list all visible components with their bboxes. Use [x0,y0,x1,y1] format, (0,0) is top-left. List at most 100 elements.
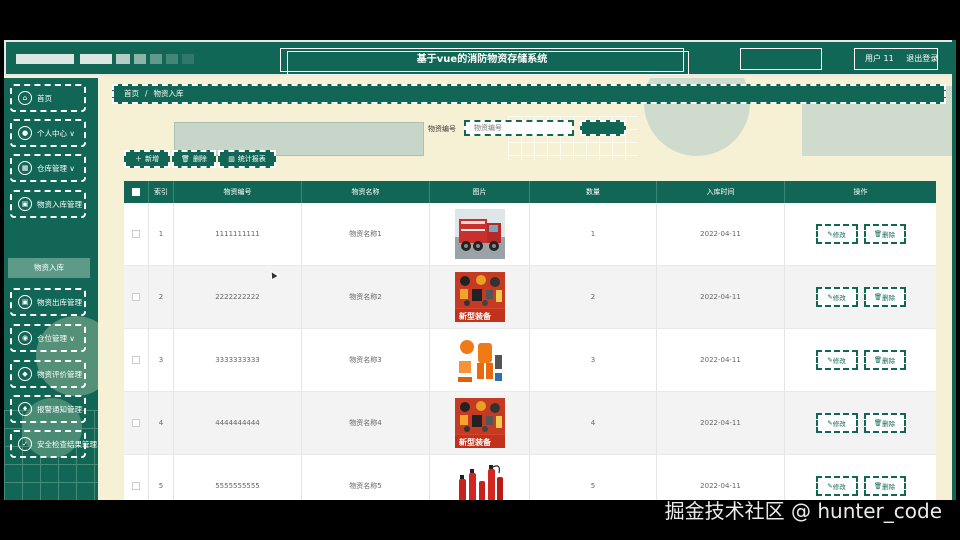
trash-icon: 🗑 [873,356,883,364]
edit-button[interactable]: ✎ 修改 [815,224,858,244]
delete-button[interactable]: 🗑 删除 [863,350,906,370]
delete-button-label: 删除 [882,231,896,239]
column-header: 操作 [853,188,868,196]
sidebar-subitem-inbound[interactable]: 物资入库 [8,258,90,278]
add-button[interactable]: ＋新增 [124,150,170,168]
breadcrumb-separator: / [145,89,148,98]
column-header: 物资编号 [174,181,302,203]
delete-button[interactable]: 🗑 删除 [863,476,906,496]
sidebar-item-evaluation[interactable]: ◆ 物资评价管理 [10,360,86,388]
name-cell: 物资名称5 [302,455,430,500]
header-decor-block [182,54,194,64]
delete-button-label: 删除 [882,483,896,491]
main-content: 首页/物资入库 物资编号 ＋新增 🗑删除 ▥统计报表 索引 物资编号 物资名称 [102,78,956,500]
select-all-checkbox[interactable] [132,188,140,196]
sidebar-item-location[interactable]: ◉ 仓位管理 ∨ [10,324,86,352]
column-header: 物资名称 [302,181,430,203]
username-label: 用户 11 [865,54,894,63]
screen: 基于vue的消防物资存储系统 用户 11 退出登录 ⌂ 首页 ● 个人中心 ∨ … [0,0,960,540]
index-cell: 1 [149,203,174,265]
delete-button-label: 删除 [882,420,896,428]
row-checkbox[interactable] [132,293,140,301]
watermark: 掘金技术社区 @ hunter_code [664,499,942,523]
search-input[interactable] [464,120,574,136]
table-row: 3 3333333333 物资名称3 3 2022-04-11 ✎ 修改 🗑 删除 [124,329,936,392]
actions-cell: ✎ 修改 🗑 删除 [785,392,936,454]
row-checkbox[interactable] [132,356,140,364]
data-table: 索引 物资编号 物资名称 图片 数量 入库时间 操作 1 1111111111 物资… [124,181,936,500]
trash-icon: 🗑 [873,482,883,490]
sidebar-item-label: 首页 [37,93,52,103]
product-thumbnail[interactable]: 新型装备 [454,272,505,322]
breadcrumb-home[interactable]: 首页 [124,89,139,98]
shield-icon: ◆ [18,367,32,381]
delete-button-label: 删除 [882,357,896,365]
thumbnail-caption: 新型装备 [459,311,492,321]
thumbnail-caption: 新型装备 [459,437,492,447]
product-thumbnail[interactable] [454,461,505,500]
column-header: 入库时间 [657,181,785,203]
sidebar-item-home[interactable]: ⌂ 首页 [10,84,86,112]
name-cell: 物资名称2 [302,266,430,328]
row-checkbox[interactable] [132,482,140,490]
logout-link[interactable]: 退出登录 [906,54,938,63]
sidebar-item-label: 仓位管理 ∨ [37,333,75,343]
trash-icon: 🗑 [873,230,883,238]
edit-button[interactable]: ✎ 修改 [815,476,858,496]
sidebar-item-inbound[interactable]: ▣ 物资入库管理 [10,190,86,218]
report-button-label: 统计报表 [237,155,266,163]
row-checkbox[interactable] [132,419,140,427]
column-header: 数量 [530,181,657,203]
sidebar-item-alarm[interactable]: ♦ 报警通知管理 [10,395,86,423]
trash-icon: 🗑 [873,293,883,301]
user-icon: ● [18,126,32,140]
delete-button[interactable]: 🗑 删除 [863,224,906,244]
trash-icon: 🗑 [873,419,883,427]
search-button[interactable] [580,120,626,136]
plus-icon: ＋ [135,155,142,163]
sidebar-item-profile[interactable]: ● 个人中心 ∨ [10,119,86,147]
check-icon: ✓ [18,437,32,451]
header-decor-block [80,54,112,64]
edit-button[interactable]: ✎ 修改 [815,350,858,370]
code-cell: 3333333333 [174,329,302,391]
search-label: 物资编号 [428,125,456,133]
sidebar-item-outbound[interactable]: ▣ 物资出库管理 [10,288,86,316]
date-cell: 2022-04-11 [657,203,785,265]
edit-button-label: 修改 [832,294,846,302]
table-row: 4 4444444444 物资名称4 新型装备 4 2022-04-11 ✎ 修改 🗑 删除 [124,392,936,455]
code-cell: 5555555555 [174,455,302,500]
breadcrumb-current: 物资入库 [153,89,184,98]
actions-cell: ✎ 修改 🗑 删除 [785,203,936,265]
delete-button[interactable]: 🗑 删除 [863,287,906,307]
row-checkbox[interactable] [132,230,140,238]
box-icon: ▣ [18,197,32,211]
header-decor-block [16,54,74,64]
index-cell: 3 [149,329,174,391]
breadcrumb: 首页 / 物资入库 [112,84,946,104]
grid-icon: ▦ [18,161,32,175]
user-area: 用户 11 退出登录 [854,48,938,70]
product-thumbnail[interactable] [454,335,505,385]
delete-button[interactable]: 🗑 删除 [863,413,906,433]
sidebar-item-safety-check[interactable]: ✓ 安全检查结果管理 [10,430,97,458]
code-cell: 4444444444 [174,392,302,454]
sidebar-item-warehouse[interactable]: ▦ 仓库管理 ∨ [10,154,86,182]
product-thumbnail[interactable]: 新型装备 [454,398,505,448]
name-cell: 物资名称3 [302,329,430,391]
edit-button-label: 修改 [832,420,846,428]
quantity-cell: 2 [530,266,657,328]
app-window: 基于vue的消防物资存储系统 用户 11 退出登录 ⌂ 首页 ● 个人中心 ∨ … [4,40,956,500]
add-button-label: 新增 [145,155,159,163]
edit-button[interactable]: ✎ 修改 [815,287,858,307]
image-cell [430,455,530,500]
index-cell: 2 [149,266,174,328]
edit-button[interactable]: ✎ 修改 [815,413,858,433]
row-select-cell [124,203,149,265]
name-cell: 物资名称4 [302,392,430,454]
row-select-cell [124,266,149,328]
delete-selected-button[interactable]: 🗑 删除 [172,150,216,168]
report-button[interactable]: ▥ 统计报表 [218,150,276,168]
delete-button-label: 删除 [192,155,207,163]
product-thumbnail[interactable] [454,209,505,259]
